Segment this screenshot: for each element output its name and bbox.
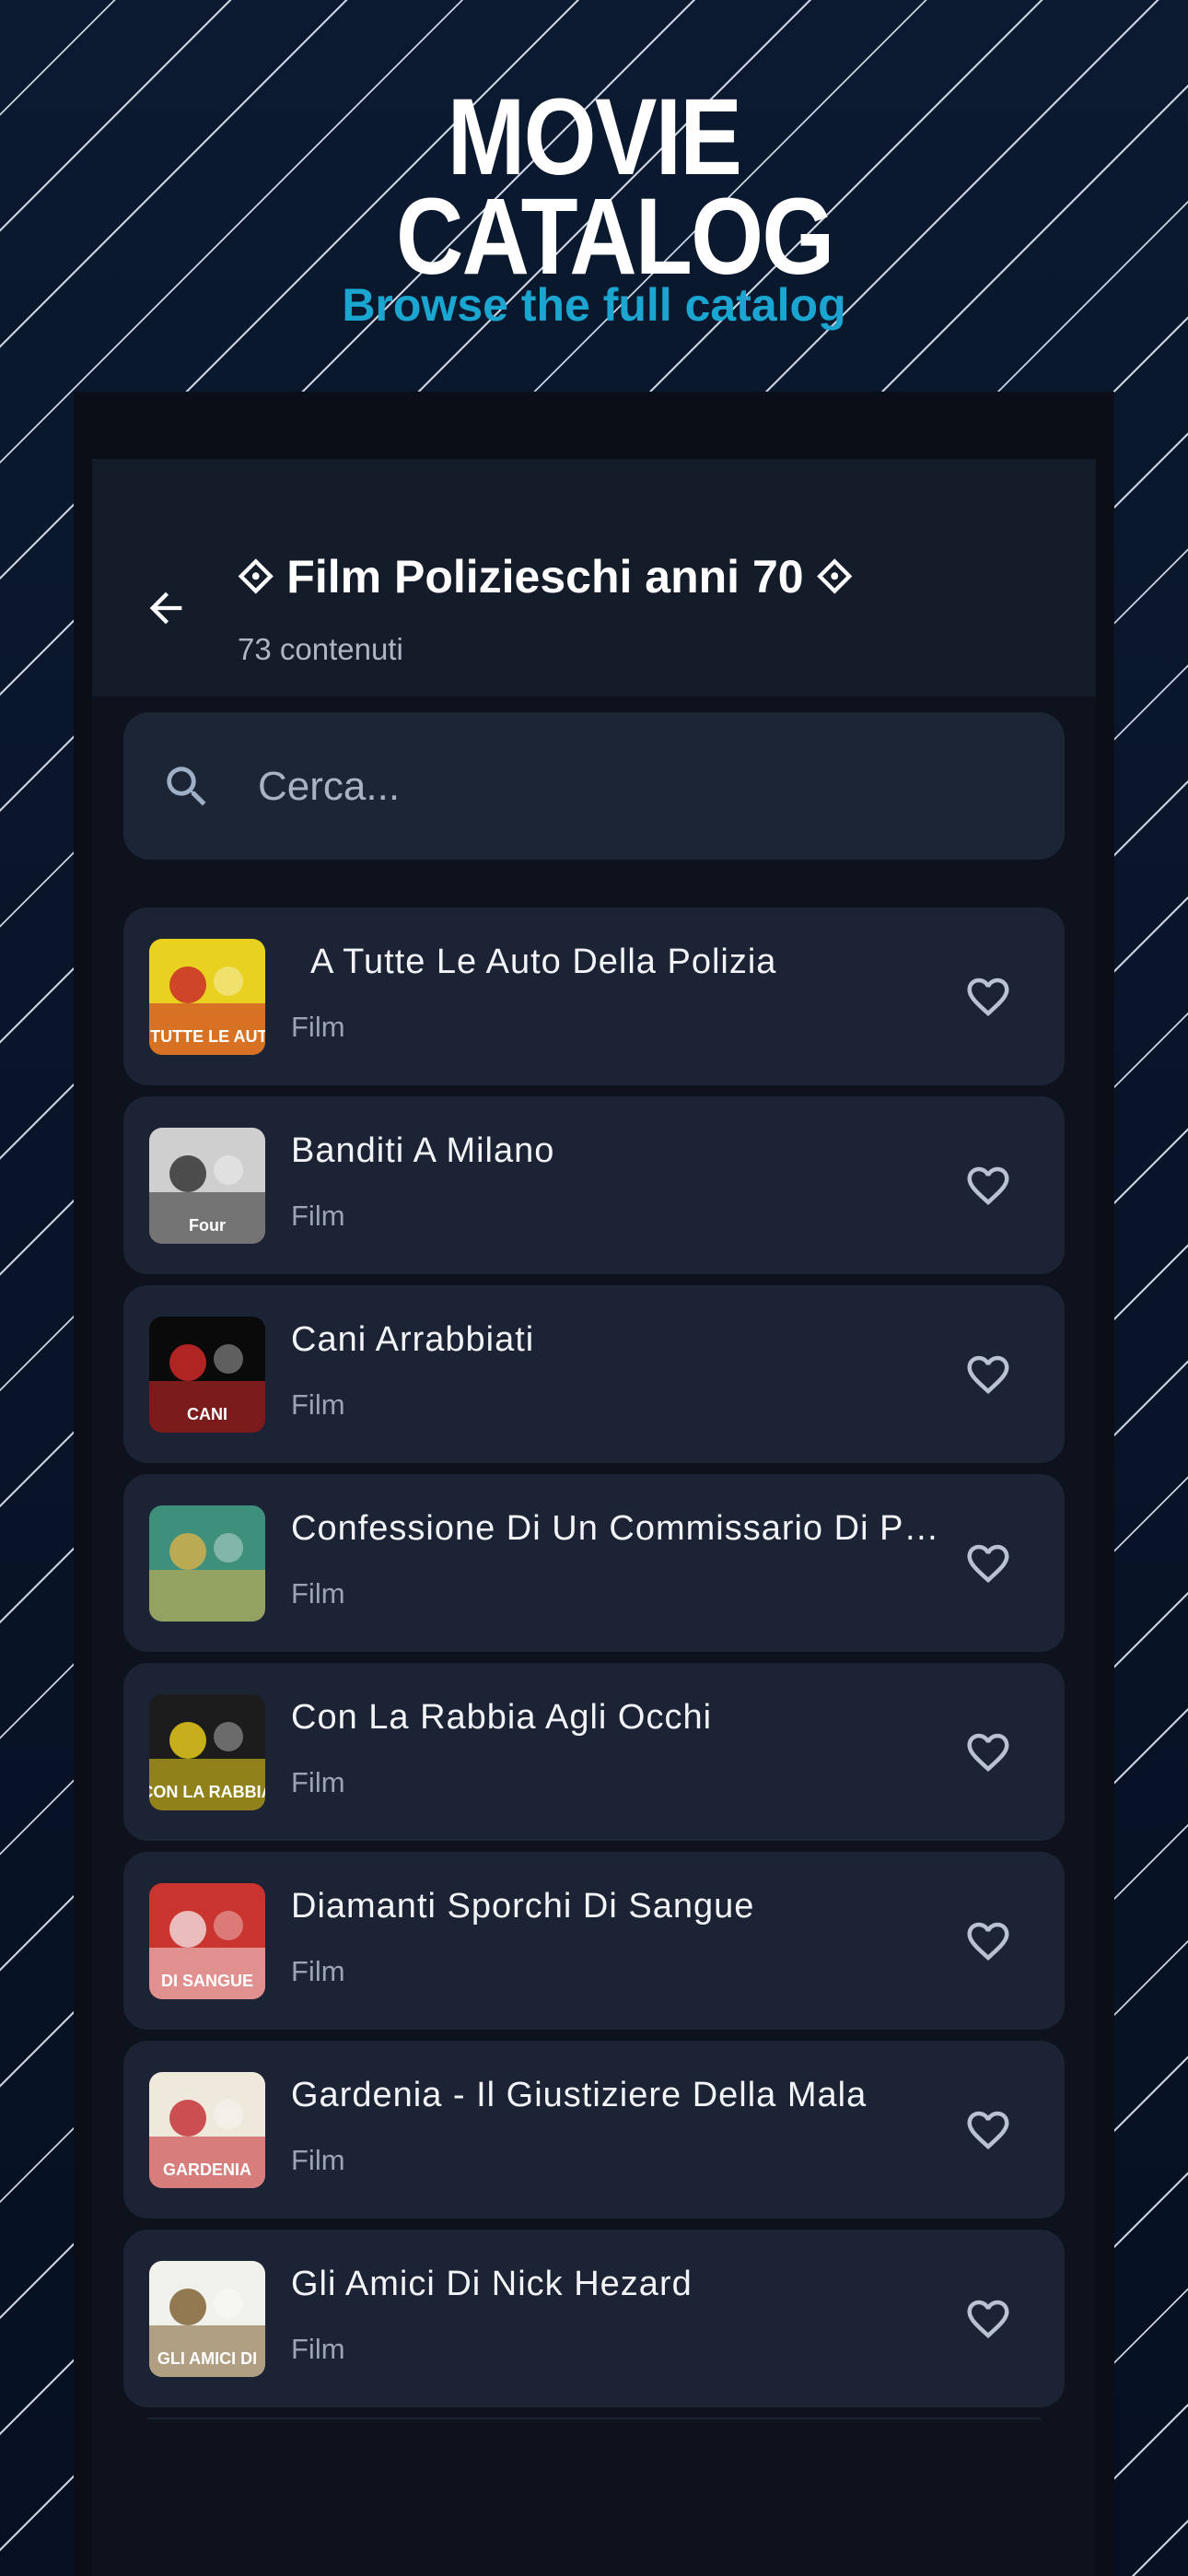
heart-outline-icon [967, 2111, 1009, 2150]
movie-type: Film [291, 1200, 345, 1232]
poster-thumbnail: CON LA RABBIA [149, 1694, 265, 1810]
heart-outline-icon [967, 2300, 1009, 2339]
movie-title: Gli Amici Di Nick Hezard [291, 2265, 693, 2303]
heart-outline-icon [967, 1733, 1009, 1773]
movie-type: Film [291, 1011, 345, 1043]
heart-outline-icon [967, 978, 1009, 1017]
hero-header: MOVIE CATALOG Browse the full catalog [0, 76, 1188, 331]
heart-outline-icon [967, 1166, 1009, 1206]
list-item[interactable]: A TUTTE LE AUTO A Tutte Le Auto Della Po… [123, 907, 1065, 1085]
poster-caption: CANI [187, 1405, 227, 1423]
hero-title: MOVIE CATALOG [396, 76, 834, 298]
movie-title: Cani Arrabbiati [291, 1320, 535, 1359]
movie-type: Film [291, 1388, 345, 1421]
favorite-button[interactable] [960, 2102, 1017, 2159]
list-item[interactable]: GARDENIA Gardenia - Il Giustiziere Della … [123, 2041, 1065, 2219]
search-input[interactable] [258, 758, 1013, 815]
list-item[interactable]: DI SANGUE Diamanti Sporchi Di Sangue Film [123, 1852, 1065, 2030]
search-icon [167, 767, 206, 806]
list-item[interactable]: Confessione Di Un Commissario Di Polizia… [123, 1474, 1065, 1652]
poster-thumbnail: CANI [149, 1317, 265, 1433]
movie-title: A Tutte Le Auto Della Polizia [291, 943, 777, 981]
back-button[interactable] [138, 580, 193, 636]
movie-type: Film [291, 1955, 345, 1987]
movie-type: Film [291, 2333, 345, 2365]
page-title: ⟐ Film Polizieschi anni 70 ⟐ [238, 551, 853, 603]
favorite-button[interactable] [960, 1913, 1017, 1970]
favorite-button[interactable] [960, 968, 1017, 1025]
item-count: 73 contenuti [238, 632, 403, 666]
favorite-button[interactable] [960, 2290, 1017, 2348]
poster-caption: Four [189, 1216, 226, 1235]
heart-outline-icon [967, 1355, 1009, 1395]
list-item[interactable]: CANI Cani Arrabbiati Film [123, 1285, 1065, 1463]
poster-caption: A TUTTE LE AUTO [149, 1027, 265, 1046]
heart-outline-icon [967, 1922, 1009, 1961]
search-bar[interactable] [123, 712, 1065, 860]
movie-title: Con La Rabbia Agli Occhi [291, 1698, 713, 1737]
poster-thumbnail: A TUTTE LE AUTO [149, 939, 265, 1055]
poster-thumbnail: Four [149, 1128, 265, 1244]
favorite-button[interactable] [960, 1157, 1017, 1214]
heart-outline-icon [967, 1544, 1009, 1584]
list-item[interactable]: GLI AMICI DI Gli Amici Di Nick Hezard Film [123, 2230, 1065, 2407]
favorite-button[interactable] [960, 1724, 1017, 1781]
poster-caption: GLI AMICI DI [157, 2349, 257, 2368]
poster-thumbnail: GARDENIA [149, 2072, 265, 2188]
list-item[interactable]: CON LA RABBIA Con La Rabbia Agli Occhi Fil… [123, 1663, 1065, 1841]
movie-title: Gardenia - Il Giustiziere Della Mala [291, 2076, 868, 2114]
poster-thumbnail: DI SANGUE [149, 1883, 265, 1999]
movie-title: Confessione Di Un Commissario Di Polizia… [291, 1509, 954, 1548]
poster-thumbnail: GLI AMICI DI [149, 2261, 265, 2377]
movie-type: Film [291, 2144, 345, 2176]
poster-caption: DI SANGUE [161, 1972, 253, 1990]
poster-caption: GARDENIA [163, 2160, 251, 2179]
list-item[interactable]: Four Banditi A Milano Film [123, 1096, 1065, 1274]
movie-title: Banditi A Milano [291, 1131, 555, 1170]
movie-type: Film [291, 1766, 345, 1798]
arrow-left-icon [149, 591, 182, 625]
poster-thumbnail [149, 1505, 265, 1622]
favorite-button[interactable] [960, 1346, 1017, 1403]
poster-caption: CON LA RABBIA [149, 1783, 265, 1801]
favorite-button[interactable] [960, 1535, 1017, 1592]
movie-title: Diamanti Sporchi Di Sangue [291, 1887, 755, 1926]
list-divider [147, 2418, 1041, 2419]
movie-type: Film [291, 1577, 345, 1610]
